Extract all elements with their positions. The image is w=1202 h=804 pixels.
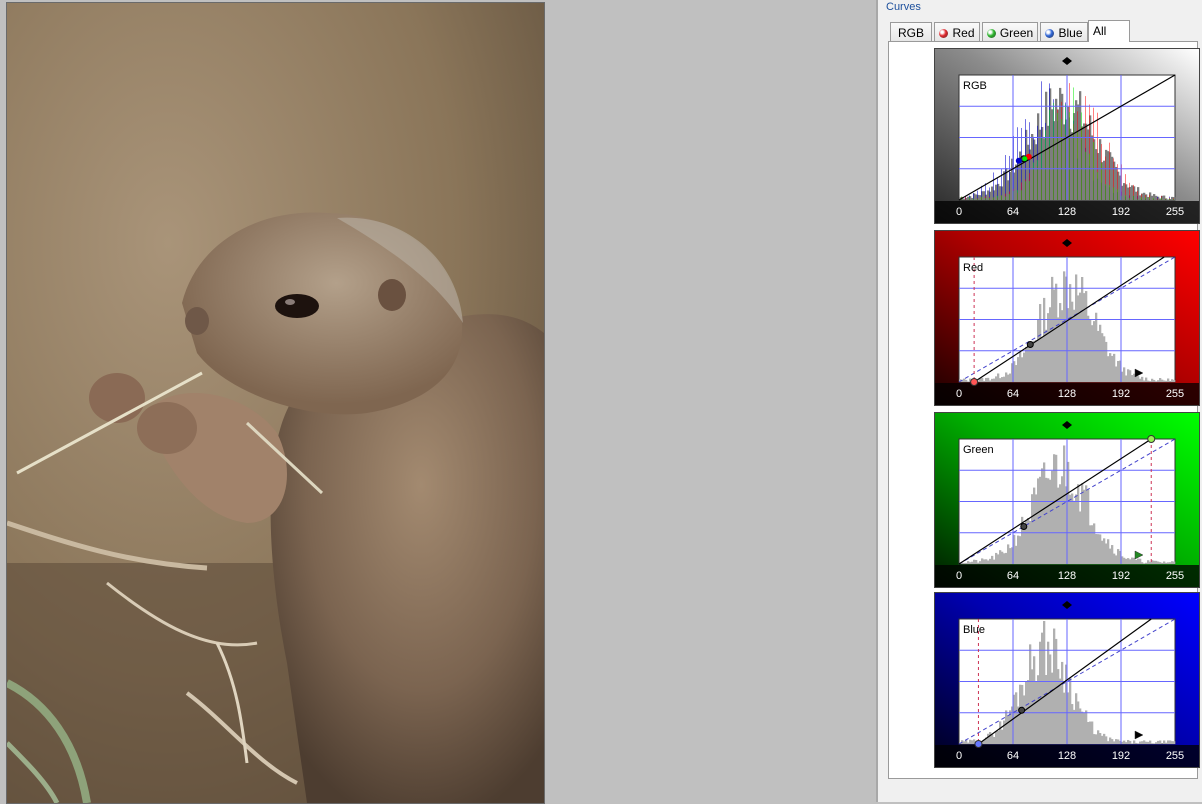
curve-channel-label: RGB (963, 80, 987, 92)
curve-blue-graph[interactable]: Blue 0 64 128 192 255 (935, 593, 1199, 767)
endpoint-handle[interactable] (971, 379, 978, 386)
curve-channel-label: Green (963, 444, 994, 456)
axis-tick-label: 64 (1007, 750, 1019, 762)
axis-tick-label: 0 (956, 750, 962, 762)
curve-red-graph[interactable]: Red 0 64 128 192 255 (935, 231, 1199, 405)
axis-tick-label: 128 (1058, 388, 1076, 400)
curve-control-point[interactable] (1027, 342, 1033, 348)
axis-tick-label: 255 (1166, 388, 1184, 400)
tab-label: Green (1000, 26, 1033, 40)
axis-tick-label: 192 (1112, 570, 1130, 582)
tab-rgb[interactable]: RGB (890, 22, 932, 41)
curve-rgb-graph[interactable]: RGB 0 64 128 192 255 (935, 49, 1199, 223)
photo-image (7, 3, 544, 803)
photo-prairie-dog (6, 2, 545, 804)
curve-green[interactable]: Green 0 64 128 192 255 (934, 412, 1200, 588)
axis-tick-label: 0 (956, 570, 962, 582)
endpoint-handle[interactable] (1148, 436, 1155, 443)
axis-tick-label: 255 (1166, 206, 1184, 218)
axis-tick-label: 255 (1166, 570, 1184, 582)
tab-label: All (1093, 24, 1106, 38)
tab-label: Red (952, 26, 974, 40)
panel-title: Curves (886, 1, 921, 13)
axis-tick-label: 0 (956, 206, 962, 218)
curve-control-point[interactable] (1019, 707, 1025, 713)
red-ball-icon (939, 29, 948, 38)
axis-tick-label: 192 (1112, 388, 1130, 400)
tab-green[interactable]: Green (982, 22, 1038, 41)
curve-red[interactable]: Red 0 64 128 192 255 (934, 230, 1200, 406)
image-canvas[interactable] (0, 0, 876, 802)
tab-all[interactable]: All (1088, 20, 1130, 42)
axis-tick-label: 128 (1058, 570, 1076, 582)
axis-tick-label: 0 (956, 388, 962, 400)
green-control-point (1022, 156, 1027, 161)
green-ball-icon (987, 29, 996, 38)
curves-container: RGB 0 64 128 192 255 Red 0 64 128 192 255 Green 0 64… (888, 41, 1198, 779)
axis-tick-label: 192 (1112, 206, 1130, 218)
axis-tick-label: 64 (1007, 388, 1019, 400)
axis-tick-label: 128 (1058, 750, 1076, 762)
tab-label: Blue (1058, 26, 1082, 40)
axis-tick-label: 192 (1112, 750, 1130, 762)
curve-channel-label: Red (963, 262, 983, 274)
curve-rgb[interactable]: RGB 0 64 128 192 255 (934, 48, 1200, 224)
axis-tick-label: 255 (1166, 750, 1184, 762)
blue-ball-icon (1045, 29, 1054, 38)
curve-blue[interactable]: Blue 0 64 128 192 255 (934, 592, 1200, 768)
axis-tick-label: 64 (1007, 206, 1019, 218)
tab-red[interactable]: Red (934, 22, 980, 41)
tab-label: RGB (898, 26, 924, 40)
axis-tick-label: 128 (1058, 206, 1076, 218)
endpoint-handle[interactable] (975, 741, 982, 748)
curves-panel: Curves RGB Red Green Blue All RGB 0 64 128 1… (876, 0, 1202, 802)
curve-control-point[interactable] (1021, 524, 1027, 530)
blue-control-point (1016, 158, 1022, 164)
curve-channel-label: Blue (963, 624, 985, 636)
curve-green-graph[interactable]: Green 0 64 128 192 255 (935, 413, 1199, 587)
tab-blue[interactable]: Blue (1040, 22, 1088, 41)
axis-tick-label: 64 (1007, 570, 1019, 582)
